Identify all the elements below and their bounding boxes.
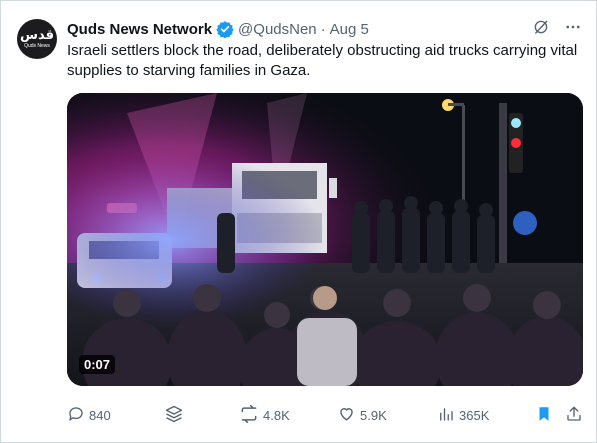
stack-button[interactable] <box>164 401 184 429</box>
video-player[interactable]: 0:07 <box>67 93 583 386</box>
like-button[interactable]: 5.9K <box>337 401 387 429</box>
reply-icon <box>67 405 85 426</box>
reply-button[interactable]: 840 <box>67 401 111 429</box>
avatar[interactable]: قدس Quds News <box>17 19 57 59</box>
share-icon <box>565 405 583 426</box>
bookmark-button[interactable] <box>535 401 553 429</box>
account-handle[interactable]: @QudsNen <box>238 21 317 38</box>
views-icon <box>437 405 455 426</box>
repost-icon <box>239 404 259 427</box>
repost-count: 4.8K <box>263 407 290 423</box>
bookmark-icon <box>535 404 553 427</box>
separator-dot: · <box>320 20 326 38</box>
views-count: 365K <box>459 407 490 423</box>
reply-count: 840 <box>89 407 111 423</box>
avatar-caption: Quds News <box>24 43 50 49</box>
video-duration: 0:07 <box>79 355 116 374</box>
stack-icon <box>164 404 184 427</box>
like-count: 5.9K <box>360 407 387 423</box>
video-frame <box>67 93 583 386</box>
tweet-date[interactable]: Aug 5 <box>330 21 369 38</box>
action-bar: 840 4.8K 5.9K 365K <box>67 401 583 429</box>
tweet-text: Israeli settlers block the road, deliber… <box>67 42 578 79</box>
grok-icon[interactable] <box>532 18 550 40</box>
header-actions <box>532 18 582 40</box>
account-name[interactable]: Quds News Network <box>67 21 212 38</box>
more-icon[interactable] <box>564 18 582 41</box>
views-button[interactable]: 365K <box>437 401 489 429</box>
verified-badge-icon <box>216 20 234 38</box>
like-icon <box>337 404 356 426</box>
avatar-logo: قدس <box>20 28 54 43</box>
tweet-header: Quds News Network @QudsNen · Aug 5 <box>67 18 582 40</box>
share-button[interactable] <box>565 401 583 429</box>
repost-button[interactable]: 4.8K <box>239 401 290 429</box>
tweet-card[interactable]: قدس Quds News Quds News Network @QudsNen… <box>0 0 597 443</box>
